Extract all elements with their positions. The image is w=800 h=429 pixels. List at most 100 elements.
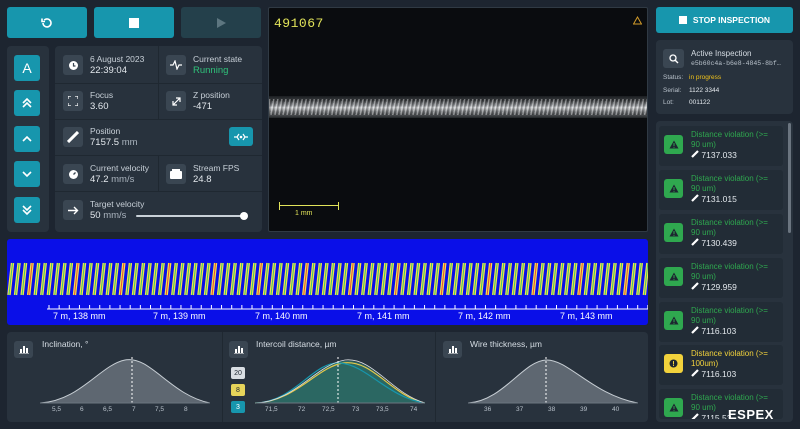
thickness-title: Wire thickness, µm [470,339,542,349]
intercoil-title: Intercoil distance, µm [256,339,337,349]
restart-button[interactable] [7,7,87,38]
inclination-chart-button[interactable] [14,341,33,358]
date-text: 6 August 2023 [90,54,145,64]
inspection-id: e5b60c4a-b6e8-4845-8bf… [691,60,781,67]
stop-inspection-button[interactable]: STOP INSPECTION [656,7,793,33]
focus-label: Focus [90,90,114,100]
alerts-scrollbar[interactable] [788,123,791,233]
alert-item[interactable]: Distance violation (>= 100um) 7116.103 [659,345,783,385]
alert-title: Distance violation (>= 90 um) [691,218,768,237]
ruler-label-3: 7 m, 140 mm [255,311,308,321]
alert-item[interactable]: Distance violation (>= 90 um) 7116.103 [659,302,783,342]
lot-label: Lot: [663,99,674,106]
thickness-tick: 37 [516,406,524,413]
velocity-unit: mm/s [111,174,135,185]
warning-icon [664,267,683,286]
alert-value: 7137.033 [701,150,737,160]
state-label: Current state [193,54,243,64]
alert-title: Distance violation (>= 100um) [691,349,768,368]
position-value: 7157.5 [90,137,120,148]
alert-item[interactable]: Distance violation (>= 90 um) 7129.959 [659,258,783,298]
stop-icon [129,17,139,28]
ruler-label-1: 7 m, 138 mm [53,311,106,321]
play-icon [217,17,226,28]
ruler-icon [691,282,701,292]
stop-icon [678,16,687,24]
velocity-value: 47.2 [90,174,109,185]
intercoil-tick: 71,5 [265,406,278,413]
camera-view[interactable]: 491067 1 mm [268,7,648,232]
warning-triangle-icon [633,16,642,25]
up-button[interactable] [14,126,40,152]
ruler-icon [691,326,701,336]
window-20-chip[interactable]: 20 [231,367,245,379]
window-3-chip[interactable]: 3 [231,401,245,413]
alert-item[interactable]: Distance violation (>= 90 um) 7131.015 [659,170,783,210]
alert-position: 7129.959 [691,282,737,292]
inclination-tick: 7,5 [155,406,165,413]
slider-thumb[interactable] [240,212,248,220]
intercoil-tick: 72 [298,406,306,413]
alert-position: 7130.439 [691,238,737,248]
serial-value: 1122 3344 [689,87,720,94]
warning-icon [664,179,683,198]
velocity-label: Current velocity [90,163,150,173]
video-icon [166,164,186,184]
intercoil-chart-button[interactable] [229,341,248,358]
bar-chart-icon [18,346,29,354]
window-8-chip[interactable]: 8 [231,384,245,396]
inclination-tick: 6,5 [103,406,113,413]
ruler-label-4: 7 m, 141 mm [357,311,410,321]
intercoil-tick: 73 [352,406,360,413]
fast-up-button[interactable] [14,90,40,116]
time-text: 22:39:04 [90,65,127,76]
datetime-cell: 6 August 2023 22:39:04 [63,54,153,79]
alert-title: Distance violation (>= 90 um) [691,262,768,281]
warning-icon [664,223,683,242]
alert-position: 7116.103 [691,326,736,336]
inclination-tick: 8 [184,406,188,413]
alert-value: 7116.103 [701,369,737,379]
fast-down-button[interactable] [14,197,40,223]
ruler-label-6: 7 m, 143 mm [560,311,613,321]
ruler-icon [691,150,701,160]
lot-value: 001122 [689,99,711,106]
auto-focus-button[interactable]: A [14,55,40,81]
target-velocity-slider[interactable] [136,212,248,220]
alert-value: 7131.015 [701,194,737,204]
ruler-icon [691,369,701,379]
z-position-cell: Z position -471 [166,90,258,115]
ruler-label-2: 7 m, 139 mm [153,311,206,321]
target-unit: mm/s [103,210,127,221]
status-label: Status: [663,74,684,81]
alert-position: 7131.015 [691,194,737,204]
status-value: in progress [689,74,722,81]
bar-chart-icon [233,346,244,354]
focus-icon [63,91,83,111]
focus-cell: Focus 3.60 [63,90,153,115]
stop-button[interactable] [94,7,174,38]
alert-title: Distance violation (>= 90 um) [691,130,768,149]
alert-title: Distance violation (>= 90 um) [691,306,768,325]
inclination-tick: 6 [80,406,84,413]
alert-item[interactable]: Distance violation (>= 90 um) 7130.439 [659,214,783,254]
auto-icon: A [22,60,32,76]
z-axis-icon [166,91,186,111]
inclination-chart [40,357,210,404]
thickness-chart-button[interactable] [443,341,462,358]
play-button[interactable] [181,7,261,38]
inclination-tick: 7 [132,406,136,413]
warning-icon [664,135,683,154]
position-label: Position [90,126,121,136]
down-button[interactable] [14,161,40,187]
focus-value: 3.60 [90,101,109,112]
speedometer-icon [63,164,83,184]
ruler-icon [691,413,701,419]
inspection-search-button[interactable] [663,49,684,68]
alert-value: 7130.439 [701,238,737,248]
alert-position: 7137.033 [691,150,737,160]
alert-item[interactable]: Distance violation (>= 90 um) 7137.033 [659,126,783,166]
fps-value: 24.8 [193,174,212,185]
active-inspection-title: Active Inspection [691,49,752,58]
go-to-position-button[interactable] [229,127,253,146]
